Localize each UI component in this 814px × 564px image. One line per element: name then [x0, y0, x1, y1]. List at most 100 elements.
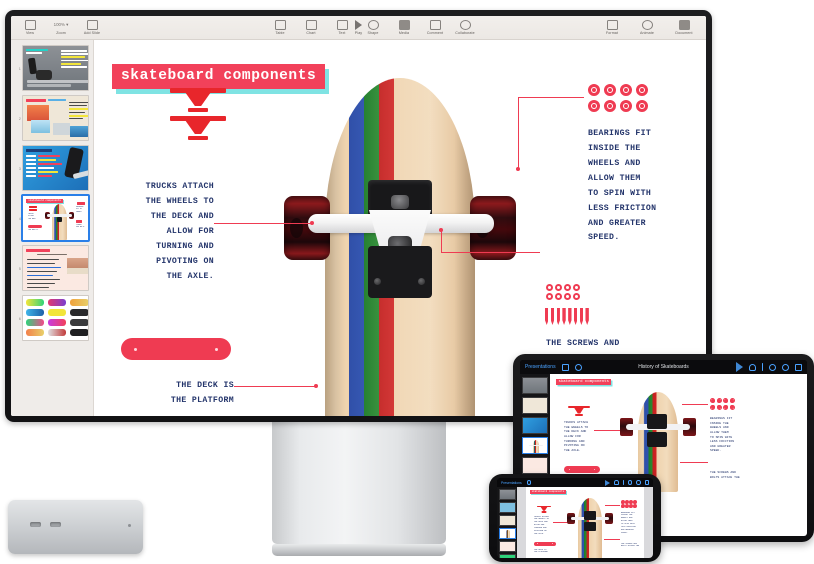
animate-icon [641, 19, 653, 30]
toolbar-format-button[interactable]: Format [599, 19, 625, 36]
sidebar-icon[interactable] [561, 363, 569, 371]
bearing-icon [588, 84, 600, 96]
ipad-slide-thumbnail[interactable] [522, 417, 548, 434]
undo-icon[interactable] [574, 363, 582, 371]
iphone-body: skateboard components TRUCKS ATTACH THE [497, 486, 653, 558]
slide-thumbnail-selected[interactable]: skateboard components TRUCKS ATTACH THE … [21, 194, 90, 242]
leader-dot-trucks [310, 221, 314, 225]
format-brush-icon[interactable] [748, 363, 756, 371]
ipad-slide-thumbnail-selected[interactable] [522, 437, 548, 454]
iphone-toolbar-right [605, 479, 649, 486]
truck-icon-lower [170, 116, 226, 140]
toolbar-collaborate-button[interactable]: Collaborate [448, 19, 482, 35]
iphone-callout-screws: THE SCREWS AND BOLTS ATTACH THE [621, 541, 640, 548]
play-icon[interactable] [605, 479, 610, 486]
more-icon[interactable] [636, 480, 641, 485]
insert-icon[interactable] [761, 363, 763, 371]
deck-icon-bolt [537, 543, 538, 545]
bearing-icon [620, 84, 632, 96]
thumb-art [23, 246, 89, 290]
display-stand-foot [272, 544, 446, 556]
mounting-bolt [418, 278, 425, 285]
callout-bearings[interactable]: BEARINGS FIT INSIDE THE WHEELS AND ALLOW… [588, 127, 706, 246]
ipad-slide-thumbnail[interactable] [522, 457, 548, 474]
iphone-slide-thumbnail[interactable] [498, 502, 516, 513]
slide-thumbnail[interactable] [22, 45, 89, 91]
iphone-slide-thumbnail-selected[interactable] [498, 528, 516, 539]
undo-icon[interactable] [526, 480, 532, 485]
toolbar-shape-button[interactable]: Shape [362, 19, 384, 35]
baseplate-bottom [368, 246, 432, 298]
collaborate-icon[interactable] [769, 363, 776, 371]
slide-thumbnail[interactable] [22, 245, 89, 291]
table-icon [274, 19, 286, 30]
collaborate-icon[interactable] [627, 480, 632, 485]
insert-icon[interactable] [622, 479, 624, 486]
bearing-icon [604, 84, 616, 96]
iphone-slide-thumbnail[interactable] [498, 541, 516, 552]
slide-navigator[interactable]: 1 2 3 4 skateboard components TRUCKS ATT… [11, 40, 94, 416]
nut-icon [546, 293, 553, 300]
slide-thumbnail[interactable] [22, 295, 89, 341]
more-icon[interactable] [782, 363, 789, 371]
slide-thumbnail[interactable] [22, 145, 89, 191]
screw-icon [545, 308, 549, 325]
bearings-icon-group [588, 84, 648, 112]
toolbar-collaborate-group: Collaborate [448, 19, 482, 35]
slide-number: 3 [18, 167, 21, 171]
toolbar-table-button[interactable]: Table [269, 19, 291, 35]
screw-icon [579, 308, 584, 325]
iphone-slide-thumbnail[interactable] [498, 515, 516, 526]
format-brush-icon[interactable] [614, 480, 619, 485]
leader-line-trucks [214, 223, 312, 224]
iphone-slide-navigator[interactable] [497, 487, 517, 558]
toolbar-add-slide-button[interactable]: Add Slide [81, 19, 103, 35]
iphone-slide-thumbnail[interactable] [498, 489, 516, 500]
toolbar-media-button[interactable]: Media [393, 19, 415, 35]
toolbar-zoom-button[interactable]: 100% ▾ Zoom [50, 20, 72, 36]
callout-deck[interactable]: THE DECK IS THE PLATFORM [102, 379, 234, 409]
navigator-slide-3[interactable]: 3 [11, 145, 93, 195]
truck-icon-foot [541, 511, 547, 513]
document-icon[interactable] [795, 363, 802, 371]
iphone-slide-thumbnail[interactable] [498, 554, 516, 558]
iphone-slide-canvas[interactable]: skateboard components TRUCKS ATTACH THE [517, 486, 653, 558]
ipad-toolbar: Presentations History of Skateboards [520, 360, 807, 374]
navigator-slide-1[interactable]: 1 [11, 45, 93, 95]
ipad-callout-trucks: TRUCKS ATTACH THE WHEELS TO THE DECK AND… [564, 420, 589, 452]
screw-icon [562, 308, 566, 325]
toolbar-animate-button[interactable]: Animate [634, 19, 660, 35]
slide-thumbnail[interactable] [22, 95, 89, 141]
toolbar-comment-label: Comment [426, 31, 444, 36]
thumb-art [23, 46, 89, 90]
toolbar-left-group: View 100% ▾ Zoom Add Slide [19, 19, 103, 36]
nut-icon [573, 284, 580, 291]
callout-trucks[interactable]: TRUCKS ATTACH THE WHEELS TO THE DECK AND… [102, 180, 214, 284]
toolbar-document-button[interactable]: Document [669, 19, 699, 35]
ipad-back-button[interactable]: Presentations [525, 364, 556, 370]
toolbar-format-label: Format [606, 31, 618, 36]
ipad-slide-thumbnail[interactable] [522, 377, 548, 394]
ipad-callout-screws: THE SCREWS AND BOLTS ATTACH THE [710, 470, 740, 479]
toolbar-chart-button[interactable]: Chart [300, 19, 322, 35]
bearing-icon [729, 404, 735, 410]
leader-dot-deck [314, 384, 318, 388]
toolbar-text-button[interactable]: Text [331, 19, 353, 35]
keynote-toolbar: View 100% ▾ Zoom Add Slide Play Table Ch… [11, 16, 706, 40]
navigator-slide-2[interactable]: 2 [11, 95, 93, 145]
navigator-slide-4[interactable]: 4 skateboard components TRUCKS ATTACH TH… [11, 194, 93, 245]
navigator-slide-5[interactable]: 5 [11, 245, 93, 295]
slide-number: 2 [18, 117, 21, 121]
shape-icon [367, 19, 379, 30]
toolbar-comment-button[interactable]: Comment [424, 19, 446, 36]
navigator-slide-6[interactable]: 6 [11, 295, 93, 345]
ipad-slide-thumbnail[interactable] [522, 397, 548, 414]
skateboard-photo[interactable] [282, 78, 518, 416]
iphone-back-button[interactable]: Presentations [501, 481, 522, 485]
play-icon[interactable] [735, 362, 743, 372]
document-icon[interactable] [644, 480, 649, 485]
toolbar-view-button[interactable]: View [19, 19, 41, 35]
chart-icon [305, 19, 317, 30]
bearing-icon [729, 398, 735, 403]
mac-studio-ports [30, 522, 61, 527]
